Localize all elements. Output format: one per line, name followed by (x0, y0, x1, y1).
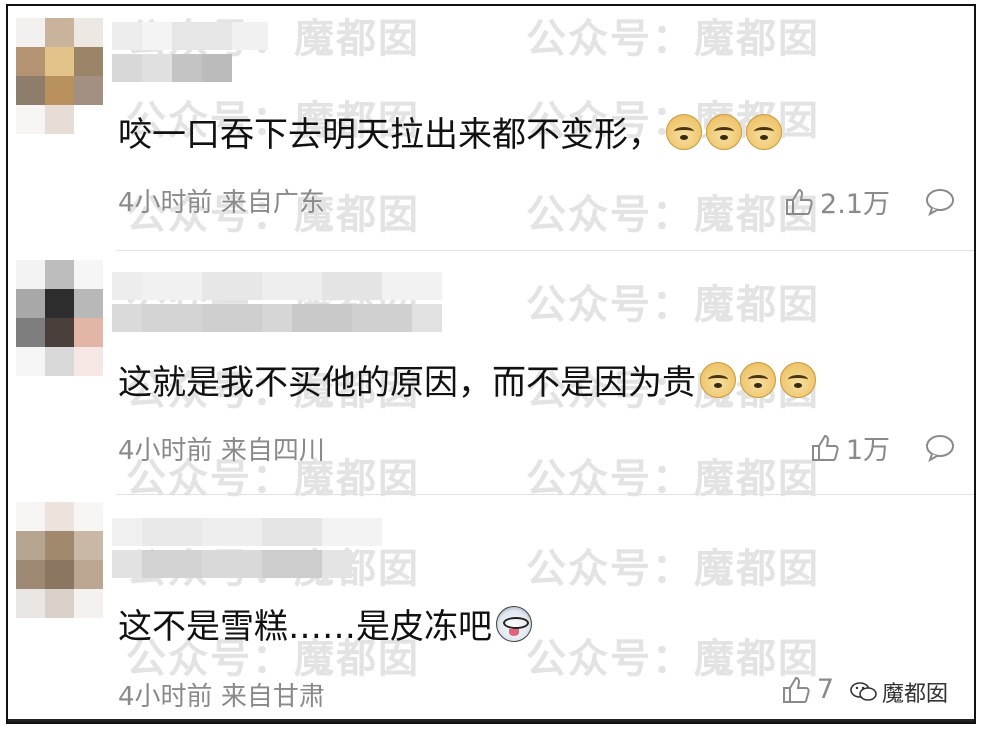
comment-text: 这就是我不买他的原因，而不是因为贵 (118, 362, 816, 404)
comment-body: 这不是雪糕……是皮冻吧 (118, 607, 492, 647)
doge-icon (700, 362, 736, 398)
like-count: 1万 (845, 435, 890, 466)
comment-location: 来自甘肃 (220, 682, 325, 712)
comment-actions: 2.1万 (784, 182, 956, 221)
brand-watermark: 魔都囡 (845, 676, 952, 708)
comment-text: 咬一口吞下去明天拉出来都不变形， (118, 114, 782, 156)
comment-location: 来自广东 (220, 188, 325, 218)
comment-item: 这不是雪糕……是皮冻吧 4小时前 来自甘肃 7 (8, 496, 974, 722)
like-button[interactable]: 1万 (810, 428, 890, 467)
comment-actions: 7 (781, 674, 834, 705)
doge-icon (740, 362, 776, 398)
username-blurred[interactable] (112, 518, 382, 578)
username-blurred[interactable] (112, 272, 442, 332)
doge-icon (666, 114, 702, 150)
thumbs-up-icon (811, 434, 839, 461)
like-button[interactable]: 7 (781, 674, 834, 705)
like-count: 7 (816, 674, 834, 705)
brand-label: 魔都囡 (881, 682, 948, 707)
comment-item: 咬一口吞下去明天拉出来都不变形， 4小时前 来自广东 2.1万 (8, 6, 974, 252)
comment-body: 咬一口吞下去明天拉出来都不变形， (118, 115, 662, 155)
thumbs-up-icon (782, 676, 810, 703)
comment-item: 这就是我不买他的原因，而不是因为贵 4小时前 来自四川 1万 (8, 252, 974, 496)
doge-icon (780, 362, 816, 398)
screenshot-frame: 公众号：魔都囡 公众号：魔都囡 公众号：魔都囡 公众号：魔都囡 公众号：魔都囡 … (6, 4, 976, 724)
reply-bubble-icon[interactable] (924, 187, 956, 217)
doge-icon (706, 114, 742, 150)
comment-time: 4小时前 (118, 436, 213, 466)
avatar[interactable] (16, 502, 103, 618)
comment-time: 4小时前 (118, 682, 213, 712)
comment-meta: 4小时前 来自广东 (118, 182, 325, 219)
avatar[interactable] (16, 260, 103, 376)
husky-icon (496, 606, 532, 642)
doge-icon (746, 114, 782, 150)
thumbs-up-icon (786, 188, 813, 215)
reply-bubble-icon[interactable] (924, 433, 956, 463)
comment-meta: 4小时前 来自四川 (118, 430, 325, 467)
username-blurred[interactable] (112, 22, 268, 82)
avatar[interactable] (16, 18, 103, 134)
like-button[interactable]: 2.1万 (784, 182, 890, 221)
like-count: 2.1万 (820, 189, 890, 220)
wechat-icon (850, 682, 877, 701)
comment-body: 这就是我不买他的原因，而不是因为贵 (118, 363, 696, 403)
comment-time: 4小时前 (118, 188, 213, 218)
comment-meta: 4小时前 来自甘肃 (118, 676, 325, 713)
comment-text: 这不是雪糕……是皮冻吧 (118, 606, 532, 648)
comment-location: 来自四川 (220, 436, 325, 466)
comment-actions: 1万 (810, 428, 956, 467)
